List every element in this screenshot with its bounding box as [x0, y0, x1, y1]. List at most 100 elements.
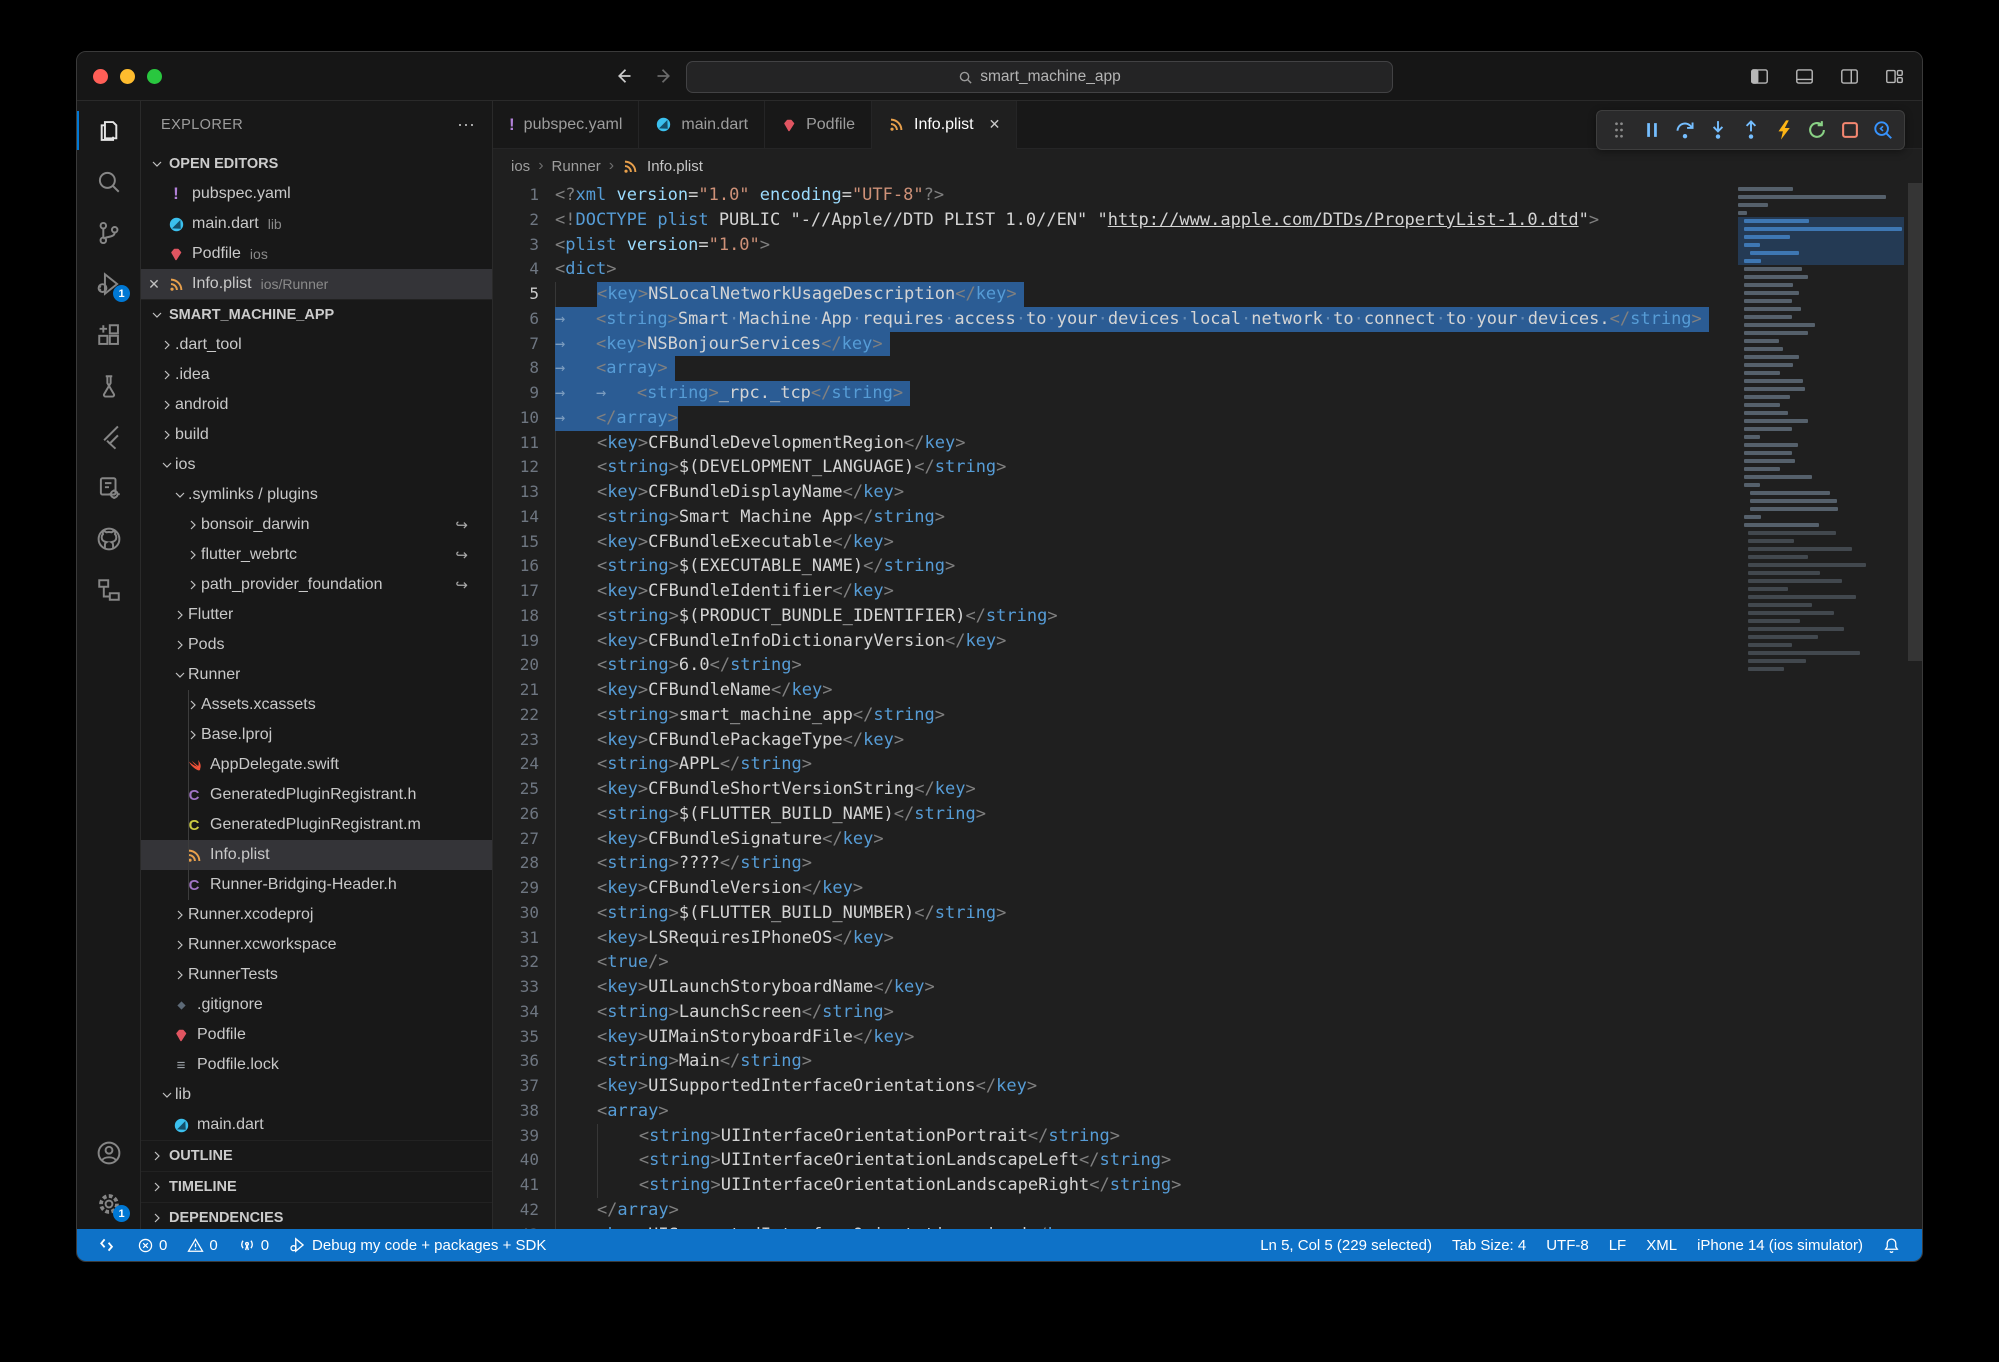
chevron-right-icon: [172, 907, 188, 923]
activity-item-testing[interactable]: [77, 360, 140, 411]
more-actions-icon[interactable]: ⋯: [457, 115, 476, 136]
tree-item-build[interactable]: build: [141, 420, 492, 450]
activity-item-source-control[interactable]: [77, 207, 140, 258]
tree-item-lib[interactable]: lib: [141, 1080, 492, 1110]
tree-item-path_provider_foundation[interactable]: path_provider_foundation↪: [141, 570, 492, 600]
tree-item-Pods[interactable]: Pods: [141, 630, 492, 660]
status-bell[interactable]: [1875, 1237, 1908, 1254]
code-line: 2<!DOCTYPE plist PUBLIC "-//Apple//DTD P…: [493, 208, 1922, 233]
section-outline[interactable]: OUTLINE: [141, 1140, 492, 1171]
tree-item-Podfile[interactable]: Podfile: [141, 1020, 492, 1050]
tree-item-flutter_webrtc[interactable]: flutter_webrtc↪: [141, 540, 492, 570]
activity-item-explorer[interactable]: [77, 105, 140, 156]
tree-item-RunnerTests[interactable]: RunnerTests: [141, 960, 492, 990]
tree-item-GeneratedPluginRegistrant.m[interactable]: CGeneratedPluginRegistrant.m: [141, 810, 492, 840]
tree-item-.symlinksplugins[interactable]: .symlinks / plugins: [141, 480, 492, 510]
status-error[interactable]: 0: [129, 1229, 175, 1261]
code-editor[interactable]: 1<?xml version="1.0" encoding="UTF-8"?>2…: [493, 183, 1922, 1229]
tree-item-.idea[interactable]: .idea: [141, 360, 492, 390]
toggle-secondary-sidebar-icon[interactable]: [1840, 67, 1859, 86]
status-remote[interactable]: [91, 1229, 125, 1261]
open-editor-Info.plist[interactable]: ✕ Info.plistios/Runner: [141, 269, 492, 299]
status-tab[interactable]: Tab Size: 4: [1444, 1237, 1534, 1254]
tree-item-Podfile.lock[interactable]: ≡Podfile.lock: [141, 1050, 492, 1080]
breadcrumb-item[interactable]: Info.plist: [647, 158, 703, 175]
restart-icon[interactable]: [1801, 115, 1832, 145]
section-project-root[interactable]: SMART_MACHINE_APP: [141, 299, 492, 330]
activity-item-github[interactable]: [77, 513, 140, 564]
open-editor-Podfile[interactable]: Podfileios: [141, 239, 492, 269]
open-editor-pubspec.yaml[interactable]: ! pubspec.yaml: [141, 179, 492, 209]
tab-Podfile[interactable]: Podfile: [765, 101, 872, 148]
tree-item-Runner.xcodeproj[interactable]: Runner.xcodeproj: [141, 900, 492, 930]
tree-item-Runner-Bridging-Header.h[interactable]: CRunner-Bridging-Header.h: [141, 870, 492, 900]
editor-scrollbar[interactable]: [1908, 183, 1922, 661]
status-iphone[interactable]: iPhone 14 (ios simulator): [1689, 1237, 1871, 1254]
minimap[interactable]: [1738, 185, 1904, 673]
tree-item-ios[interactable]: ios: [141, 450, 492, 480]
breadcrumb[interactable]: ios›Runner›Info.plist: [493, 149, 1922, 183]
tree-item-.dart_tool[interactable]: .dart_tool: [141, 330, 492, 360]
status-lf[interactable]: LF: [1601, 1237, 1635, 1254]
activity-item-flutter[interactable]: [77, 411, 140, 462]
status-utf8[interactable]: UTF-8: [1538, 1237, 1597, 1254]
close-window-button[interactable]: [93, 69, 108, 84]
pause-icon[interactable]: [1636, 115, 1667, 145]
devtools-icon[interactable]: [1867, 115, 1898, 145]
tree-item-.gitignore[interactable]: .gitignore: [141, 990, 492, 1020]
forward-arrow-icon[interactable]: [655, 66, 675, 86]
customize-layout-icon[interactable]: [1885, 67, 1904, 86]
tab-Info.plist[interactable]: Info.plist✕: [872, 101, 1017, 149]
tree-item-AppDelegate.swift[interactable]: AppDelegate.swift: [141, 750, 492, 780]
status-xml[interactable]: XML: [1638, 1237, 1685, 1254]
tree-item-Runner[interactable]: Runner: [141, 660, 492, 690]
status-broadcast[interactable]: 0: [230, 1229, 277, 1261]
tab-main.dart[interactable]: main.dart: [639, 101, 765, 148]
zoom-window-button[interactable]: [147, 69, 162, 84]
hot-reload-icon[interactable]: [1768, 115, 1799, 145]
breadcrumb-item[interactable]: ios: [511, 158, 530, 175]
activity-item-project[interactable]: [77, 564, 140, 615]
breadcrumb-item[interactable]: Runner: [552, 158, 601, 175]
tree-item-Flutter[interactable]: Flutter: [141, 600, 492, 630]
close-tab-icon[interactable]: ✕: [989, 116, 1001, 133]
status-debug-alt[interactable]: Debug my code + packages + SDK: [281, 1229, 554, 1261]
open-editor-main.dart[interactable]: main.dartlib: [141, 209, 492, 239]
activity-item-run-debug[interactable]: 1: [77, 258, 140, 309]
activity-item-search[interactable]: [77, 156, 140, 207]
back-arrow-icon[interactable]: [613, 66, 633, 86]
line-number: 6: [493, 307, 555, 332]
step-into-icon[interactable]: [1702, 115, 1733, 145]
close-icon[interactable]: ✕: [141, 276, 167, 293]
step-out-icon[interactable]: [1735, 115, 1766, 145]
tree-item-Info.plist[interactable]: Info.plist: [141, 840, 492, 870]
activity-item-tools[interactable]: [77, 462, 140, 513]
tree-item-android[interactable]: android: [141, 390, 492, 420]
tree-item-Assets.xcassets[interactable]: Assets.xcassets: [141, 690, 492, 720]
toggle-sidebar-icon[interactable]: [1750, 67, 1769, 86]
step-over-icon[interactable]: [1669, 115, 1700, 145]
command-center-search[interactable]: smart_machine_app: [686, 61, 1393, 93]
activity-item-account[interactable]: [77, 1127, 140, 1178]
line-number: 30: [493, 901, 555, 926]
section-open-editors[interactable]: OPEN EDITORS: [141, 149, 492, 179]
activity-item-extensions[interactable]: [77, 309, 140, 360]
code-line: 41<string>UIInterfaceOrientationLandscap…: [493, 1173, 1922, 1198]
stop-icon[interactable]: [1834, 115, 1865, 145]
grip-icon[interactable]: [1603, 115, 1634, 145]
activity-item-settings[interactable]: 1: [77, 1178, 140, 1229]
section-timeline[interactable]: TIMELINE: [141, 1171, 492, 1202]
minimize-window-button[interactable]: [120, 69, 135, 84]
toggle-panel-icon[interactable]: [1795, 67, 1814, 86]
status-ln[interactable]: Ln 5, Col 5 (229 selected): [1252, 1237, 1440, 1254]
line-number: 15: [493, 530, 555, 555]
status-warning[interactable]: 0: [179, 1229, 225, 1261]
section-dependencies[interactable]: DEPENDENCIES: [141, 1202, 492, 1229]
line-number: 27: [493, 827, 555, 852]
tree-item-main.dart[interactable]: main.dart: [141, 1110, 492, 1140]
tree-item-Base.lproj[interactable]: Base.lproj: [141, 720, 492, 750]
tree-item-Runner.xcworkspace[interactable]: Runner.xcworkspace: [141, 930, 492, 960]
tree-item-GeneratedPluginRegistrant.h[interactable]: CGeneratedPluginRegistrant.h: [141, 780, 492, 810]
tab-pubspec.yaml[interactable]: ! pubspec.yaml: [493, 101, 639, 148]
tree-item-bonsoir_darwin[interactable]: bonsoir_darwin↪: [141, 510, 492, 540]
